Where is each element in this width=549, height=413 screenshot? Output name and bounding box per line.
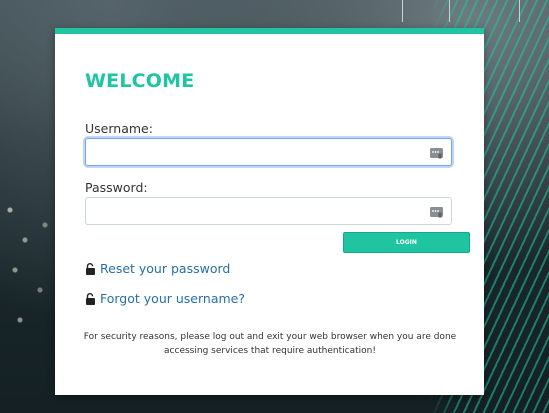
- page-title: WELCOME: [85, 70, 195, 92]
- wind-turbine-decor: [519, 0, 520, 22]
- wind-turbine-decor: [402, 0, 403, 22]
- security-notice: For security reasons, please log out and…: [83, 332, 457, 356]
- login-card: WELCOME Username: Password: LOGIN Reset …: [55, 28, 484, 395]
- unlocked-padlock-icon: [86, 292, 95, 305]
- wind-turbine-decor: [449, 0, 450, 22]
- login-button[interactable]: LOGIN: [343, 232, 470, 253]
- forgot-username-link[interactable]: Forgot your username?: [85, 291, 245, 306]
- reset-password-link[interactable]: Reset your password: [85, 261, 230, 276]
- forgot-username-text[interactable]: Forgot your username?: [100, 291, 245, 306]
- username-input[interactable]: [86, 139, 416, 165]
- username-field-wrapper: [85, 138, 452, 166]
- password-input[interactable]: [86, 198, 416, 224]
- password-label: Password:: [85, 180, 148, 195]
- password-manager-key-icon[interactable]: [430, 146, 443, 159]
- password-manager-key-icon[interactable]: [430, 205, 443, 218]
- username-label: Username:: [85, 121, 153, 136]
- reset-password-text[interactable]: Reset your password: [100, 261, 230, 276]
- password-field-wrapper: [85, 197, 452, 225]
- background-village-lights: [0, 180, 60, 380]
- unlocked-padlock-icon: [86, 262, 95, 275]
